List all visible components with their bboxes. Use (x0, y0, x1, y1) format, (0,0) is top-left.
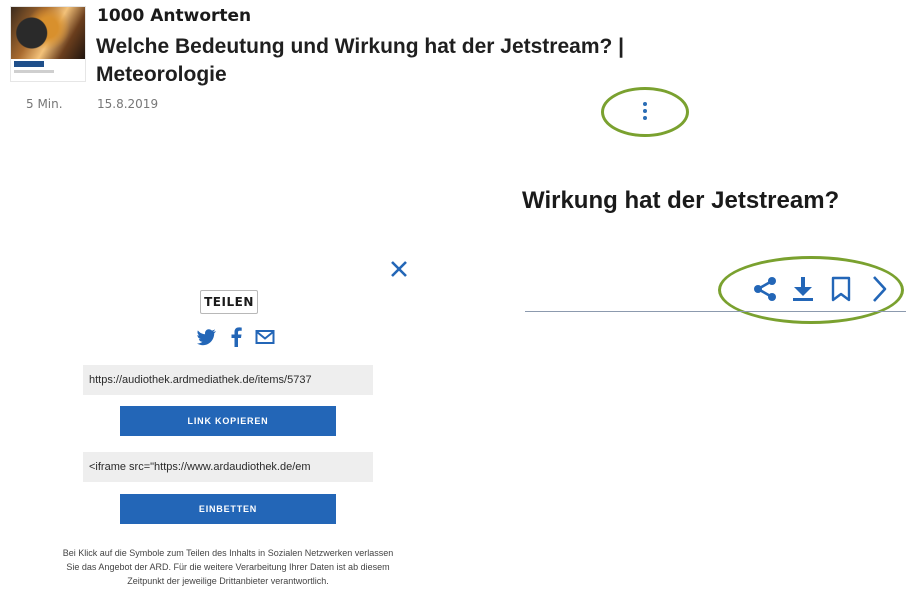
share-dialog-heading: TEILEN (200, 290, 258, 314)
share-disclaimer: Bei Klick auf die Symbole zum Teilen des… (62, 548, 394, 586)
download-icon[interactable] (790, 274, 816, 304)
episode-duration: 5 Min. (26, 97, 63, 111)
more-vertical-icon[interactable] (634, 96, 656, 126)
episode-artwork (11, 7, 85, 59)
thumbnail-caption (14, 70, 54, 73)
twitter-icon[interactable] (196, 326, 218, 348)
embed-code-field[interactable]: <iframe src="https://www.ardaudiothek.de… (83, 452, 373, 482)
copy-link-button[interactable]: LINK KOPIEREN (120, 406, 336, 436)
social-share-row (196, 324, 276, 350)
embed-button[interactable]: EINBETTEN (120, 494, 336, 524)
close-icon[interactable] (387, 257, 411, 281)
chevron-right-icon[interactable] (866, 274, 892, 304)
episode-date: 15.8.2019 (97, 97, 159, 111)
series-name[interactable]: 1000 Antworten (97, 6, 251, 26)
station-logo-badge (14, 61, 44, 67)
share-link-field[interactable]: https://audiothek.ardmediathek.de/items/… (83, 365, 373, 395)
bookmark-icon[interactable] (828, 274, 854, 304)
facebook-icon[interactable] (225, 326, 247, 348)
mail-icon[interactable] (254, 326, 276, 348)
divider (525, 311, 906, 312)
episode-title[interactable]: Welche Bedeutung und Wirkung hat der Jet… (96, 33, 666, 89)
episode-title-cropped: Wirkung hat der Jetstream? (522, 187, 840, 214)
episode-action-bar (752, 272, 892, 306)
episode-thumbnail[interactable] (10, 6, 86, 82)
share-icon[interactable] (752, 274, 778, 304)
